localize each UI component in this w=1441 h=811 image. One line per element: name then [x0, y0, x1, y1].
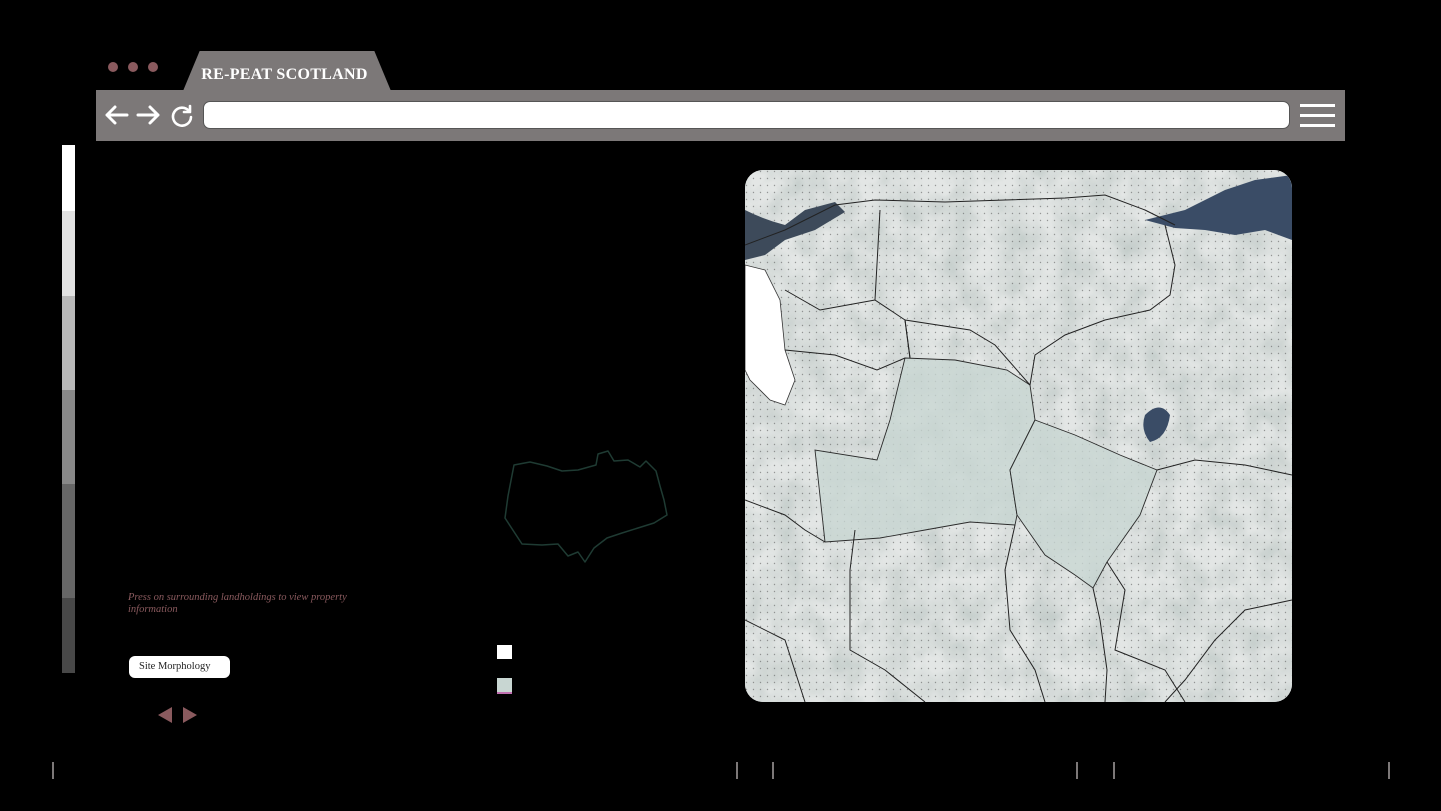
legend-swatch-site	[497, 678, 512, 694]
aerial-map[interactable]	[745, 170, 1292, 702]
instruction-text: Press on surrounding landholdings to vie…	[128, 592, 347, 615]
scale-segment	[62, 295, 75, 391]
back-arrow-icon[interactable]	[103, 102, 129, 128]
scale-segment	[62, 145, 75, 211]
scale-segment	[62, 390, 75, 485]
window-dot-maximize[interactable]	[148, 62, 158, 72]
timeline-tick	[1388, 762, 1390, 779]
site-boundary-outline	[504, 450, 668, 563]
forward-arrow-icon[interactable]	[136, 102, 162, 128]
scale-segment	[62, 211, 75, 296]
legend-swatch-surrounding	[497, 645, 512, 659]
next-arrow-icon[interactable]	[183, 707, 197, 723]
window-dot-close[interactable]	[108, 62, 118, 72]
vertical-scroll-scale[interactable]	[62, 145, 75, 673]
timeline-tick	[1076, 762, 1078, 779]
previous-arrow-icon[interactable]	[158, 707, 172, 723]
timeline-tick	[1113, 762, 1115, 779]
window-controls	[108, 62, 158, 76]
scale-segment	[62, 597, 75, 673]
address-bar[interactable]	[203, 101, 1290, 129]
tab-title: RE-PEAT SCOTLAND	[201, 66, 368, 83]
window-dot-minimize[interactable]	[128, 62, 138, 72]
reload-icon[interactable]	[169, 102, 195, 128]
hamburger-menu-icon[interactable]	[1300, 104, 1335, 128]
site-morphology-button[interactable]: Site Morphology	[129, 656, 230, 678]
timeline-tick	[772, 762, 774, 779]
scale-segment	[62, 484, 75, 598]
timeline-tick	[736, 762, 738, 779]
timeline-tick	[52, 762, 54, 779]
